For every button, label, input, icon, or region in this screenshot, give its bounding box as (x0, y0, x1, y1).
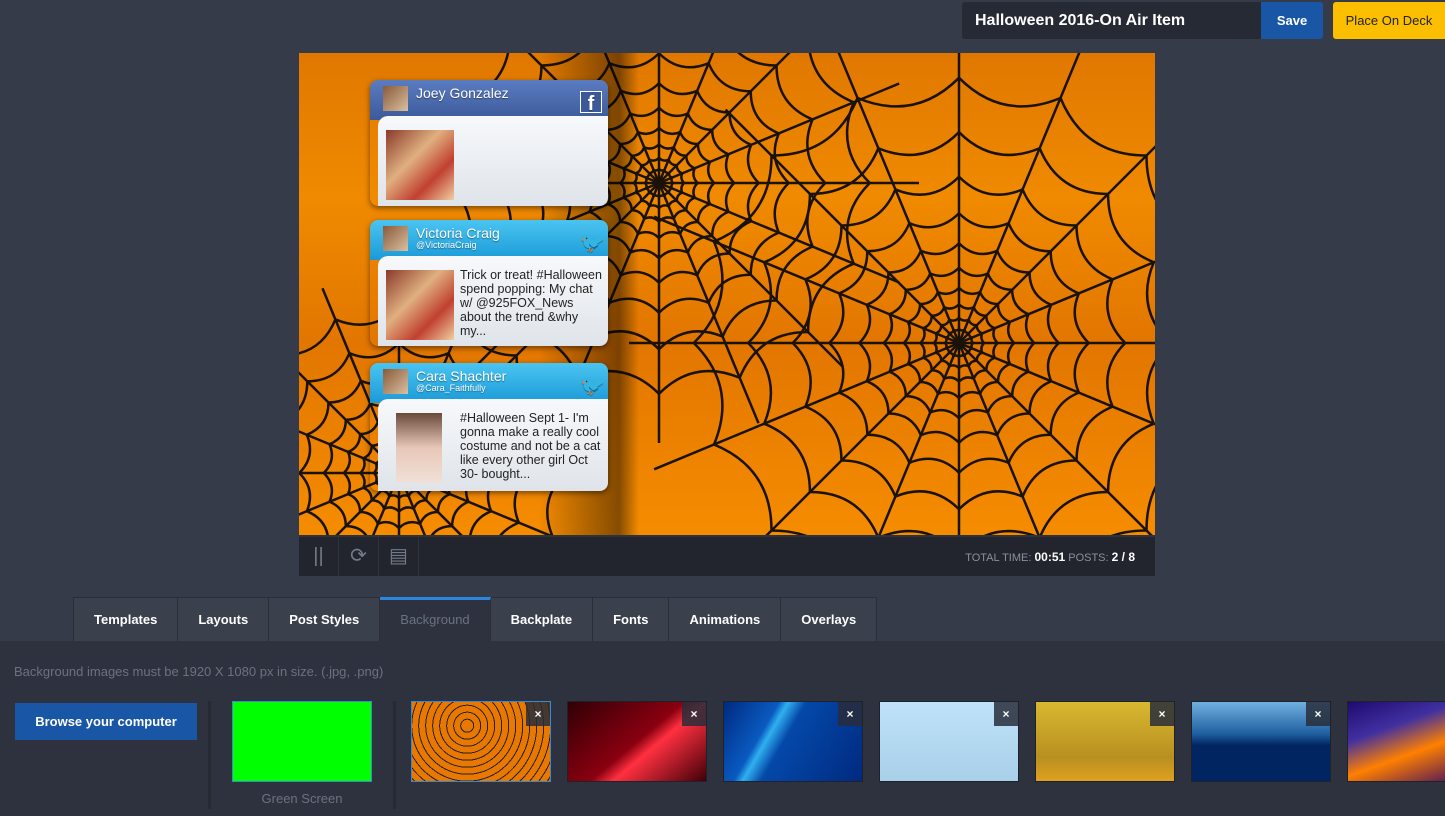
browse-computer-button[interactable]: Browse your computer (15, 703, 197, 740)
divider (208, 701, 211, 809)
background-thumbnail-orange[interactable] (1347, 701, 1445, 782)
post-card-facebook: Joey Gonzalez f (370, 80, 608, 206)
playback-stats: TOTAL TIME: 00:51 POSTS: 2 / 8 (965, 550, 1135, 564)
place-on-deck-button[interactable]: Place On Deck (1333, 2, 1445, 39)
save-button[interactable]: Save (1261, 2, 1323, 39)
background-thumbnail-halloween[interactable]: × (411, 701, 551, 782)
total-time: 00:51 (1034, 550, 1066, 564)
tab-templates[interactable]: Templates (74, 597, 179, 641)
post-text: Trick or treat! #Halloween spend popping… (460, 268, 602, 338)
background-panel: Background images must be 1920 X 1080 px… (0, 641, 1445, 816)
post-card-twitter: Cara Shachter @Cara_Faithfully 🐦 #Hallowee… (370, 363, 608, 491)
remove-icon[interactable]: × (994, 702, 1018, 726)
background-thumbnail-skyline[interactable]: × (1191, 701, 1331, 782)
playback-controls: || ⟳ ▤ TOTAL TIME: 00:51 POSTS: 2 / 8 (299, 535, 1155, 576)
tab-animations[interactable]: Animations (669, 597, 782, 641)
avatar (383, 86, 408, 111)
post-card-twitter: Victoria Craig @VictoriaCraig 🐦 Trick or t… (370, 220, 608, 346)
post-author: Cara Shachter (416, 368, 507, 384)
twitter-icon: 🐦 (580, 375, 605, 397)
document-icon[interactable]: ▤ (379, 537, 419, 576)
post-author: Victoria Craig (416, 225, 500, 241)
avatar (383, 226, 408, 251)
background-thumbnail-red[interactable]: × (567, 701, 707, 782)
editor-tabs: Templates Layouts Post Styles Background… (73, 597, 878, 641)
post-image (386, 130, 454, 200)
pause-icon[interactable]: || (299, 537, 339, 576)
background-thumbnail-flag[interactable]: × (879, 701, 1019, 782)
tab-fonts[interactable]: Fonts (593, 597, 670, 641)
tab-overlays[interactable]: Overlays (781, 597, 878, 641)
background-thumbnail-fall-back[interactable]: × (1035, 701, 1175, 782)
tab-layouts[interactable]: Layouts (178, 597, 270, 641)
tab-background[interactable]: Background (380, 597, 491, 641)
remove-icon[interactable]: × (1150, 702, 1174, 726)
post-image (386, 270, 454, 340)
post-image (396, 413, 442, 483)
green-screen-label: Green Screen (261, 791, 343, 806)
remove-icon[interactable]: × (1306, 702, 1330, 726)
tab-backplate[interactable]: Backplate (490, 597, 594, 641)
background-thumbnail-blue[interactable]: × (723, 701, 863, 782)
preview-stage: Joey Gonzalez f Victoria Craig @VictoriaCr… (299, 53, 1155, 535)
post-text: #Halloween Sept 1- I'm gonna make a real… (460, 411, 601, 481)
remove-icon[interactable]: × (682, 702, 706, 726)
facebook-icon: f (580, 91, 602, 115)
remove-icon[interactable]: × (838, 702, 862, 726)
divider (393, 701, 396, 809)
refresh-icon[interactable]: ⟳ (339, 537, 379, 576)
size-hint: Background images must be 1920 X 1080 px… (14, 664, 384, 679)
twitter-icon: 🐦 (580, 232, 605, 254)
remove-icon[interactable]: × (526, 702, 550, 726)
web-strand (958, 342, 1153, 535)
tab-post-styles[interactable]: Post Styles (269, 597, 381, 641)
avatar (383, 369, 408, 394)
item-title-input[interactable] (962, 2, 1262, 39)
post-author: Joey Gonzalez (416, 85, 509, 101)
post-count: 2 / 8 (1111, 550, 1135, 564)
green-screen-thumbnail[interactable] (232, 701, 372, 782)
